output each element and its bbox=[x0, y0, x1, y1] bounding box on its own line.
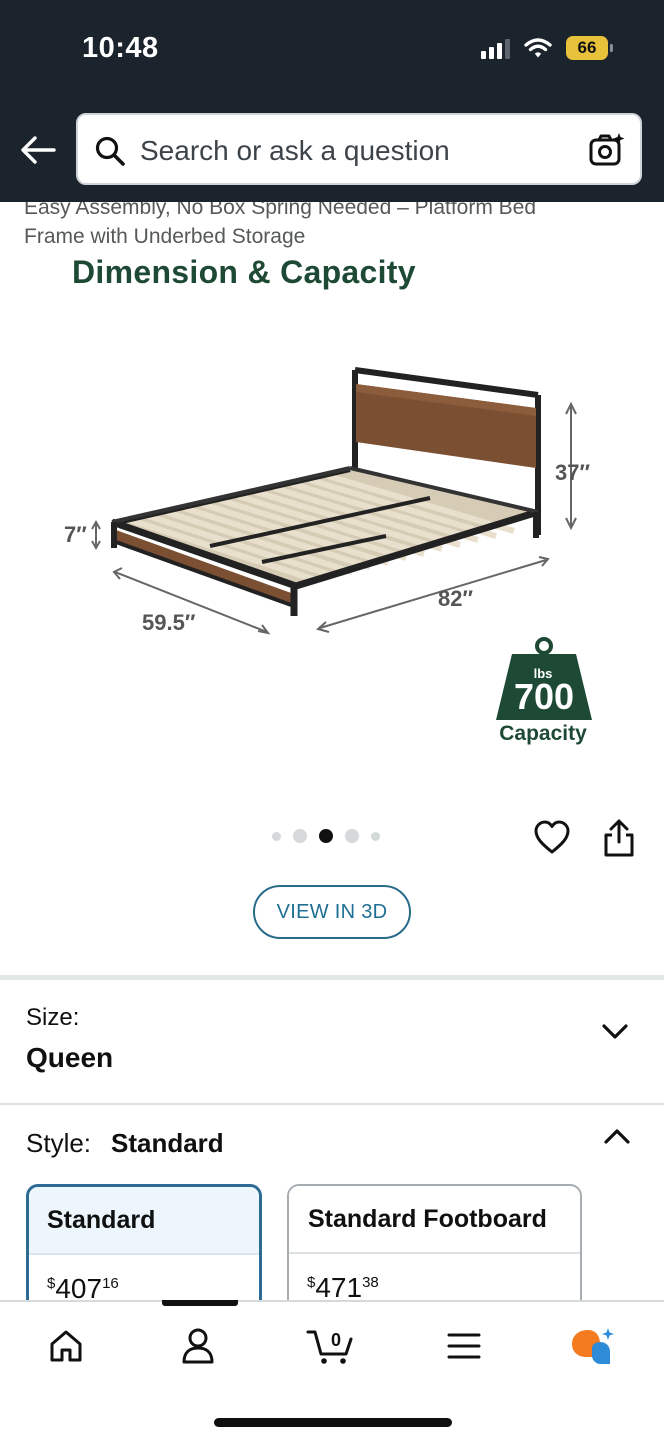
price-cents: 16 bbox=[102, 1275, 119, 1292]
width-dimension-label: 59.5″ bbox=[142, 610, 196, 635]
style-label: Style: bbox=[26, 1128, 92, 1158]
length-dimension-label: 82″ bbox=[438, 586, 474, 611]
height-dimension-label: 37″ bbox=[555, 460, 591, 485]
chevron-down-icon[interactable] bbox=[600, 1020, 630, 1044]
share-icon[interactable] bbox=[602, 818, 636, 858]
product-page: 10:48 66 Search or ask a question Easy A… bbox=[0, 0, 664, 1440]
price-currency: $ bbox=[47, 1275, 56, 1292]
carousel-dot[interactable] bbox=[293, 829, 307, 843]
app-header: 10:48 66 Search or ask a question bbox=[0, 0, 664, 202]
camera-search-icon[interactable] bbox=[588, 131, 626, 169]
home-icon[interactable] bbox=[46, 1326, 86, 1366]
rufus-assistant-icon[interactable] bbox=[570, 1326, 616, 1370]
bottom-navigation: 0 bbox=[0, 1300, 664, 1440]
image-heading: Dimension & Capacity bbox=[72, 254, 416, 290]
view-in-3d-button[interactable]: VIEW IN 3D bbox=[253, 885, 411, 939]
carousel-dot[interactable] bbox=[371, 831, 380, 841]
back-arrow-icon[interactable] bbox=[18, 132, 58, 168]
carousel-dot[interactable] bbox=[345, 829, 359, 843]
search-bar[interactable]: Search or ask a question bbox=[76, 113, 642, 185]
section-divider bbox=[0, 975, 664, 980]
capacity-label: Capacity bbox=[499, 722, 587, 745]
price-whole: 471 bbox=[315, 1272, 363, 1303]
carousel-dot-active[interactable] bbox=[319, 829, 333, 843]
carousel-dot[interactable] bbox=[272, 831, 281, 841]
style-option-price: $40716 bbox=[29, 1255, 259, 1305]
wifi-icon bbox=[524, 38, 552, 58]
signal-icon bbox=[481, 37, 510, 59]
status-icons: 66 bbox=[481, 36, 613, 60]
size-label: Size: bbox=[26, 1004, 80, 1031]
image-carousel-dots[interactable] bbox=[272, 829, 380, 843]
product-title-line-2: Frame with Underbed Storage bbox=[24, 225, 306, 248]
menu-icon[interactable] bbox=[444, 1326, 484, 1366]
style-option-name: Standard Footboard bbox=[289, 1186, 580, 1254]
heart-icon[interactable] bbox=[534, 820, 570, 856]
cart-icon[interactable]: 0 bbox=[306, 1326, 356, 1366]
active-tab-indicator bbox=[162, 1300, 238, 1306]
price-currency: $ bbox=[307, 1274, 316, 1291]
style-value: Standard bbox=[111, 1128, 224, 1158]
size-value[interactable]: Queen bbox=[26, 1042, 113, 1074]
divider bbox=[0, 1103, 664, 1105]
price-cents: 38 bbox=[362, 1274, 379, 1291]
search-input[interactable]: Search or ask a question bbox=[140, 135, 450, 167]
style-option-price: $47138 bbox=[289, 1254, 580, 1304]
status-time: 10:48 bbox=[82, 32, 159, 64]
bed-frame-image[interactable] bbox=[50, 350, 610, 650]
battery-icon: 66 bbox=[566, 36, 613, 60]
search-icon bbox=[95, 136, 125, 166]
cart-count: 0 bbox=[331, 1330, 341, 1350]
account-icon[interactable] bbox=[178, 1326, 218, 1366]
capacity-value: 700 bbox=[513, 676, 575, 717]
chevron-up-icon[interactable] bbox=[602, 1124, 632, 1148]
clearance-dimension-label: 7″ bbox=[64, 522, 87, 547]
style-option-name: Standard bbox=[29, 1187, 259, 1255]
home-indicator bbox=[214, 1418, 452, 1427]
